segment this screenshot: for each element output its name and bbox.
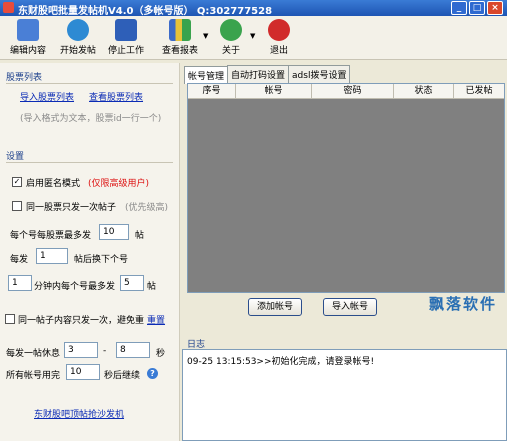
minimize-icon[interactable]: _ bbox=[451, 1, 467, 15]
dedupe-checkbox[interactable] bbox=[5, 314, 15, 324]
view-report-button[interactable]: 查看报表 bbox=[160, 19, 200, 56]
globe-icon bbox=[220, 19, 242, 41]
title-bar: 东财股吧批量发帖机V4.0（多帐号版） Q:302777528 _ □ × bbox=[0, 0, 507, 17]
once-per-stock-checkbox[interactable] bbox=[12, 201, 22, 211]
edit-icon bbox=[17, 19, 39, 41]
edit-content-button[interactable]: 编辑内容 bbox=[8, 19, 48, 56]
tab-account-management[interactable]: 帐号管理 bbox=[184, 66, 229, 84]
rest-label: 每发一帖休息 bbox=[6, 349, 61, 359]
max-per-stock-unit: 帖 bbox=[135, 231, 145, 241]
once-per-stock-note: (优先级高) bbox=[125, 203, 169, 213]
about-dropdown-icon[interactable]: ▼ bbox=[250, 32, 255, 40]
table-header: 序号 帐号 密码 状态 已发帖 bbox=[188, 84, 504, 99]
close-icon[interactable]: × bbox=[487, 1, 503, 15]
switch-prefix: 每发 bbox=[10, 255, 29, 265]
stocks-hint: (导入格式为文本，股票id一行一个) bbox=[20, 114, 162, 124]
rest-max-input[interactable]: 8 bbox=[116, 342, 150, 358]
log-panel[interactable]: 09-25 13:15:53>>初始化完成，请登录帐号! bbox=[182, 349, 507, 441]
start-posting-label: 开始发帖 bbox=[59, 46, 96, 56]
stocks-group-title: 股票列表 bbox=[6, 73, 43, 83]
anonymous-note: (仅限高级用户) bbox=[88, 179, 150, 189]
stop-work-button[interactable]: 停止工作 bbox=[106, 19, 146, 56]
log-entry: 09-25 13:15:53>>初始化完成，请登录帐号! bbox=[187, 357, 375, 367]
max-per-stock-input[interactable]: 10 bbox=[99, 224, 129, 240]
tab-auto-captcha[interactable]: 自动打码设置 bbox=[227, 65, 290, 83]
stop-icon bbox=[115, 19, 137, 41]
all-used-input[interactable]: 10 bbox=[66, 364, 100, 380]
tab-adsl-dialup[interactable]: adsl拨号设置 bbox=[288, 65, 351, 83]
anonymous-label: 启用匿名模式 bbox=[26, 179, 81, 189]
exit-button[interactable]: 退出 bbox=[264, 19, 294, 56]
view-stocks-link[interactable]: 查看股票列表 bbox=[89, 90, 143, 103]
minutes-max-input[interactable]: 5 bbox=[120, 275, 144, 291]
top-post-tool-link[interactable]: 东财股吧顶帖抢沙发机 bbox=[34, 407, 124, 420]
dedupe-reset-link[interactable]: 重置 bbox=[147, 313, 165, 326]
left-panel: 股票列表 导入股票列表 查看股票列表 (导入格式为文本，股票id一行一个) 设置… bbox=[0, 63, 180, 441]
import-stocks-link[interactable]: 导入股票列表 bbox=[20, 90, 74, 103]
report-dropdown-icon[interactable]: ▼ bbox=[203, 32, 208, 40]
column-header[interactable]: 状态 bbox=[394, 84, 454, 98]
start-posting-button[interactable]: 开始发帖 bbox=[58, 19, 98, 56]
all-used-suffix: 秒后继续 bbox=[104, 371, 141, 381]
divider bbox=[6, 83, 173, 84]
exit-icon bbox=[268, 19, 290, 41]
watermark-logo: 飘落软件 bbox=[428, 295, 497, 313]
column-header[interactable]: 已发帖 bbox=[454, 84, 504, 98]
edit-content-label: 编辑内容 bbox=[9, 46, 46, 56]
help-icon[interactable]: ? bbox=[147, 368, 158, 379]
account-table[interactable]: 序号 帐号 密码 状态 已发帖 bbox=[187, 83, 505, 293]
maximize-icon[interactable]: □ bbox=[469, 1, 485, 15]
toolbar: 编辑内容 开始发帖 停止工作 查看报表 ▼ 关于 ▼ 退出 bbox=[0, 16, 507, 60]
minutes-unit: 帖 bbox=[147, 282, 157, 292]
anonymous-checkbox[interactable]: ✓ bbox=[12, 177, 22, 187]
dedupe-label: 同一帖子内容只发一次，避免重 bbox=[18, 316, 145, 326]
about-label: 关于 bbox=[221, 46, 240, 56]
divider bbox=[6, 162, 173, 163]
chart-icon bbox=[169, 19, 191, 41]
column-header[interactable]: 帐号 bbox=[236, 84, 312, 98]
view-report-label: 查看报表 bbox=[161, 46, 198, 56]
settings-group-title: 设置 bbox=[6, 152, 25, 162]
once-per-stock-label: 同一股票只发一次帖子 bbox=[26, 203, 117, 213]
exit-label: 退出 bbox=[269, 46, 288, 56]
stop-work-label: 停止工作 bbox=[107, 46, 144, 56]
switch-count-input[interactable]: 1 bbox=[36, 248, 68, 264]
rest-separator: - bbox=[103, 346, 107, 356]
switch-suffix: 帖后换下个号 bbox=[74, 255, 129, 265]
minutes-input[interactable]: 1 bbox=[8, 275, 32, 291]
rest-min-input[interactable]: 3 bbox=[64, 342, 98, 358]
tab-bar: 帐号管理 自动打码设置 adsl拨号设置 bbox=[184, 65, 351, 84]
rest-unit: 秒 bbox=[156, 349, 166, 359]
import-account-button[interactable]: 导入帐号 bbox=[323, 298, 377, 316]
about-button[interactable]: 关于 bbox=[216, 19, 246, 56]
app-icon bbox=[3, 2, 14, 13]
add-account-button[interactable]: 添加帐号 bbox=[248, 298, 302, 316]
max-per-stock-label: 每个号每股票最多发 bbox=[10, 231, 92, 241]
play-icon bbox=[67, 19, 89, 41]
window-controls: _ □ × bbox=[451, 1, 503, 15]
column-header[interactable]: 密码 bbox=[312, 84, 394, 98]
minutes-label: 分钟内每个号最多发 bbox=[34, 282, 116, 292]
column-header[interactable]: 序号 bbox=[188, 84, 236, 98]
right-panel: 帐号管理 自动打码设置 adsl拨号设置 序号 帐号 密码 状态 已发帖 添加帐… bbox=[181, 63, 507, 441]
all-used-label: 所有帐号用完 bbox=[6, 371, 61, 381]
